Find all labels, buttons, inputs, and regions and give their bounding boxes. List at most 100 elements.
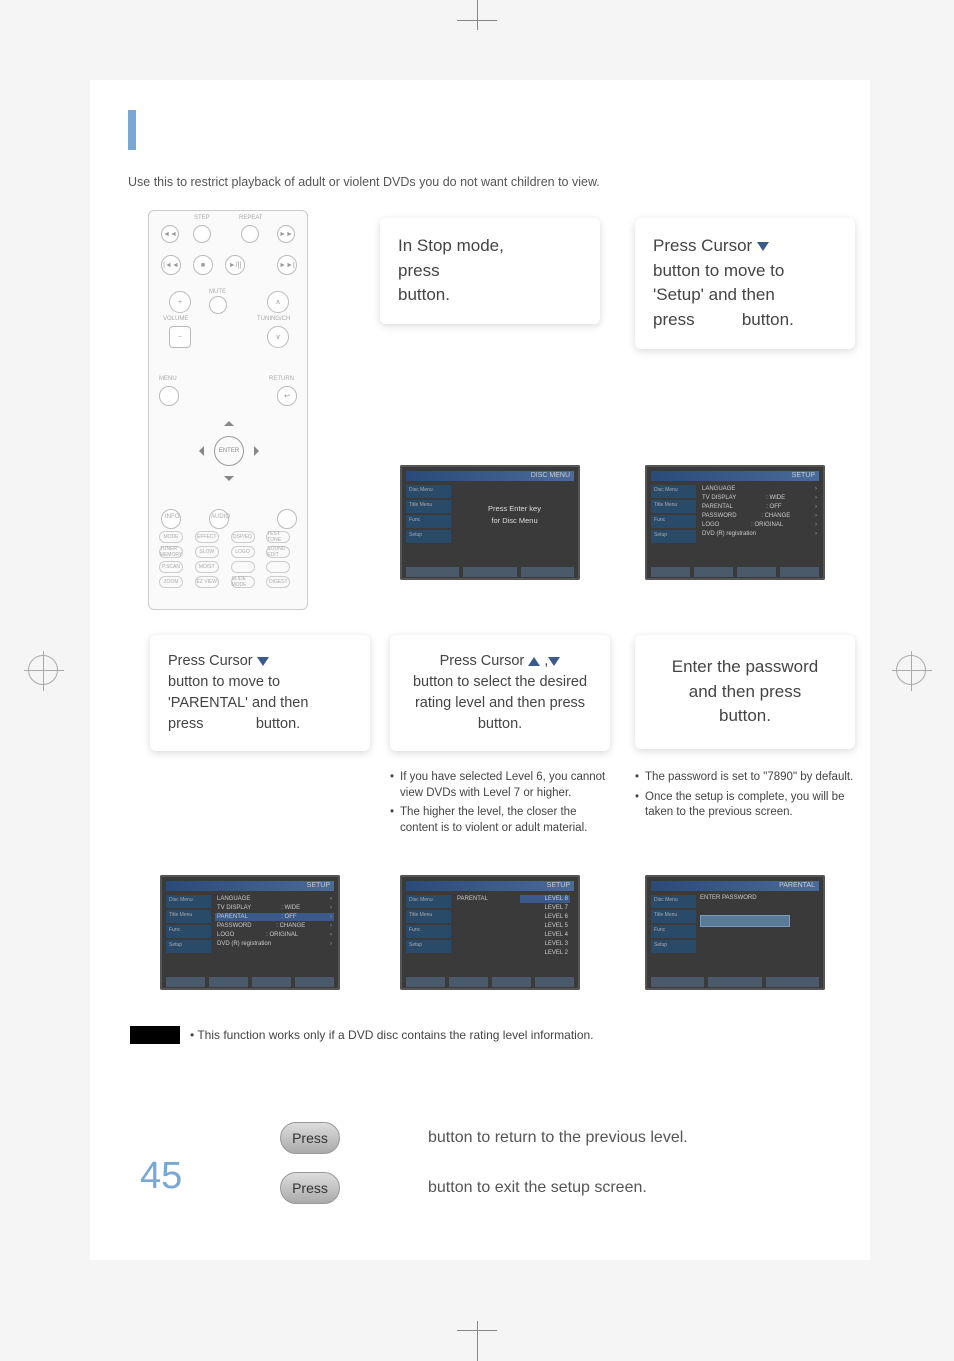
remote-label-menu: MENU — [159, 376, 177, 382]
tv-header-right: PARENTAL — [779, 882, 815, 890]
cursor-up-icon — [528, 657, 540, 666]
tv-header: SETUP — [166, 881, 334, 891]
step-3-line3: press button. — [168, 714, 352, 735]
bullet-item: If you have selected Level 6, you cannot… — [390, 770, 615, 801]
step-3-line2: 'PARENTAL' and then — [168, 693, 352, 714]
tv-tab: Setup — [406, 530, 451, 543]
tv-screen-4: SETUP Disc Menu Title Menu Func Setup PA… — [400, 875, 580, 990]
step-3-line1b: button to move to — [168, 672, 352, 693]
tv-tab: Title Menu — [406, 500, 451, 513]
cursor-down-icon — [548, 657, 560, 666]
note-badge — [130, 1026, 180, 1044]
remote-btn-stop: ■ — [193, 255, 213, 275]
tv-footer — [651, 977, 819, 987]
bullet-text: The higher the level, the closer the con… — [400, 805, 615, 836]
step-1-line1: In Stop mode, — [398, 234, 582, 259]
tv-tab: Func — [651, 515, 696, 528]
step-2-box: Press Cursor button to move to 'Setup' a… — [635, 218, 855, 349]
tv-tab: Func — [166, 925, 211, 938]
remote-grid-btn — [231, 561, 255, 573]
remote-btn-return: ↩ — [277, 386, 297, 406]
cursor-down-icon — [257, 657, 269, 666]
tv-tab: Title Menu — [166, 910, 211, 923]
tv-tab: Setup — [651, 940, 696, 953]
remote-btn-rewind: ◄◄ — [161, 225, 179, 243]
tv-header: SETUP — [651, 471, 819, 481]
tv-menu-label: PARENTAL — [702, 504, 733, 510]
tv-sidebar: Disc Menu Title Menu Func Setup — [651, 895, 696, 974]
remote-grid-btn: EFFECT — [195, 531, 219, 543]
press-return-row: Press button to return to the previous l… — [280, 1122, 688, 1154]
step-2-line3b: button. — [742, 310, 794, 329]
step-5-line1: Enter the password — [653, 655, 837, 680]
tv-menu-val: : WIDE — [766, 495, 785, 501]
remote-grid-btn: TEST TONE — [266, 531, 290, 543]
tv-header-right: SETUP — [792, 472, 815, 480]
tv-tab: Title Menu — [406, 910, 451, 923]
step-4-line2: rating level and then press — [408, 693, 592, 714]
tv-header-right: DISC MENU — [531, 472, 570, 480]
remote-label-repeat: REPEAT — [239, 215, 263, 221]
press-exit-text: button to exit the setup screen. — [428, 1179, 647, 1197]
tv-menu-label: TV DISPLAY — [702, 495, 736, 501]
step-5-box: Enter the password and then press button… — [635, 635, 855, 749]
bullet-text: Once the setup is complete, you will be … — [645, 790, 860, 821]
remote-illustration: STEP REPEAT ◄◄ ►► |◄◄ ■ ►/|| ►►| + MUTE … — [148, 210, 308, 610]
note-content: This function works only if a DVD disc c… — [197, 1028, 593, 1042]
remote-btn-ch-up: ∧ — [267, 291, 289, 313]
tv-sidebar: Disc Menu Title Menu Func Setup — [406, 895, 451, 974]
remote-grid-btn: EZ VIEW — [195, 576, 219, 588]
tv-sidebar: Disc Menu Title Menu Func Setup — [166, 895, 211, 974]
remote-label-tuning: TUNING/CH — [257, 316, 290, 322]
remote-btn-prev: |◄◄ — [161, 255, 181, 275]
tv-menu-label: LANGUAGE — [702, 486, 735, 492]
remote-grid-btn: DIGEST — [266, 576, 290, 588]
tv-header-right: SETUP — [547, 882, 570, 890]
cursor-right-icon — [254, 446, 264, 456]
step-3-text: Press Cursor — [168, 653, 257, 669]
tv-level-item: LEVEL 5 — [520, 922, 570, 930]
intro-text: Use this to restrict playback of adult o… — [128, 175, 600, 189]
remote-btn-vol-down: − — [169, 326, 191, 348]
tv-menu-label: LOGO — [702, 522, 719, 528]
cursor-down-icon — [757, 242, 769, 251]
tv-header: PARENTAL — [651, 881, 819, 891]
tv-menu-label: DVD (R) registration — [702, 531, 756, 537]
step-2-line1: Press Cursor — [653, 234, 837, 259]
remote-grid-btn — [266, 561, 290, 573]
tv-menu-val: : CHANGE — [761, 513, 790, 519]
tv-level-item: LEVEL 4 — [520, 931, 570, 939]
bullets-step-4: If you have selected Level 6, you cannot… — [390, 770, 615, 840]
tv-tab: Disc Menu — [406, 895, 451, 908]
remote-btn-vol-up: + — [169, 291, 191, 313]
remote-grid-btn: MODE — [159, 531, 183, 543]
tv-tab: Setup — [166, 940, 211, 953]
tv-menu-val: : ORIGINAL — [266, 932, 298, 938]
remote-label-return: RETURN — [269, 376, 294, 382]
press-exit-row: Press button to exit the setup screen. — [280, 1172, 647, 1204]
bullet-text: The password is set to "7890" by default… — [645, 770, 853, 786]
tv-menu-label: PASSWORD — [217, 923, 252, 929]
step-1-box: In Stop mode, press button. — [380, 218, 600, 324]
remote-label-volume: VOLUME — [163, 316, 188, 322]
tv-tab: Setup — [406, 940, 451, 953]
tv-footer — [166, 977, 334, 987]
tv-menu-val: : ORIGINAL — [751, 522, 783, 528]
tv-menu-area: PARENTAL LEVEL 8 LEVEL 7 LEVEL 6 LEVEL 5… — [455, 895, 574, 974]
step-1-line3: button. — [398, 283, 582, 308]
remote-btn-mute — [209, 296, 227, 314]
tv-sidebar: Disc Menu Title Menu Func Setup — [406, 485, 451, 564]
cursor-left-icon — [194, 446, 204, 456]
tv-screen-5: PARENTAL Disc Menu Title Menu Func Setup… — [645, 875, 825, 990]
remote-dpad: ENTER — [189, 411, 269, 491]
page: Use this to restrict playback of adult o… — [90, 80, 870, 1260]
tv-tab: Title Menu — [651, 910, 696, 923]
remote-btn-play-pause: ►/|| — [225, 255, 245, 275]
tv-center-line: for Disc Menu — [455, 515, 574, 527]
tv-menu-label: PARENTAL — [217, 914, 248, 920]
remote-btn-subtitle — [277, 509, 297, 529]
tv-center-text: Press Enter key for Disc Menu — [455, 503, 574, 527]
tv-menu-area: ENTER PASSWORD — [700, 895, 819, 974]
tv-tab: Disc Menu — [406, 485, 451, 498]
tv-tab: Disc Menu — [651, 895, 696, 908]
